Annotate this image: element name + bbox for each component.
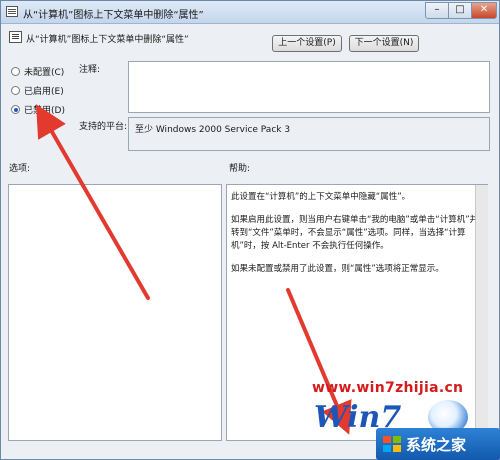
watermark-url: www.win7zhijia.cn (312, 380, 464, 396)
radio-label: 已启用(E) (24, 87, 64, 97)
minimize-icon: – (434, 4, 440, 15)
radio-button[interactable] (11, 86, 20, 95)
close-button[interactable]: ✕ (471, 2, 497, 19)
minimize-button[interactable]: – (425, 2, 449, 19)
next-setting-button[interactable]: 下一个设置(N) (349, 35, 419, 52)
setting-title: 从“计算机”图标上下文菜单中删除“属性” (26, 35, 189, 45)
radio-not-configured[interactable]: 未配置(C) (11, 65, 64, 79)
windows-flag-icon (383, 436, 401, 452)
help-paragraph: 此设置在“计算机”的上下文菜单中隐藏“属性”。 (231, 192, 411, 202)
watermark-badge-text: 系统之家 (406, 436, 467, 454)
help-paragraph: 如果未配置或禁用了此设置，则“属性”选项将正常显示。 (231, 264, 444, 274)
radio-enabled[interactable]: 已启用(E) (11, 84, 64, 98)
radio-button-selected[interactable] (11, 105, 20, 114)
previous-setting-button[interactable]: 上一个设置(P) (272, 35, 342, 52)
comment-textarea[interactable] (128, 61, 490, 113)
maximize-icon: □ (455, 4, 465, 15)
options-section-label: 选项: (9, 164, 31, 174)
radio-disabled[interactable]: 已禁用(D) (11, 103, 65, 117)
radio-button[interactable] (11, 67, 20, 76)
watermark-badge: 系统之家 (376, 428, 500, 460)
close-icon: ✕ (479, 4, 489, 15)
site-watermark: www.win7zhijia.cn Win7 系统之家 (282, 378, 500, 460)
title-bar[interactable]: 从“计算机”图标上下文菜单中删除“属性” – □ ✕ (1, 1, 499, 24)
comment-label: 注释: (79, 65, 101, 75)
platform-field: 至少 Windows 2000 Service Pack 3 (128, 117, 490, 151)
policy-icon (6, 6, 18, 17)
window-title: 从“计算机”图标上下文菜单中删除“属性” (23, 10, 204, 21)
maximize-button[interactable]: □ (448, 2, 472, 19)
help-section-label: 帮助: (229, 164, 251, 174)
platform-value: 至少 Windows 2000 Service Pack 3 (135, 125, 291, 135)
options-pane[interactable] (8, 184, 222, 441)
setting-icon (9, 31, 22, 43)
platform-label: 支持的平台: (79, 122, 128, 132)
help-text: 此设置在“计算机”的上下文菜单中隐藏“属性”。 如果启用此设置，则当用户右键单击… (231, 191, 481, 286)
help-paragraph: 如果启用此设置，则当用户右键单击“我的电脑”或单击“计算机”并转到“文件”菜单时… (231, 215, 479, 251)
radio-label: 未配置(C) (24, 68, 65, 78)
radio-label: 已禁用(D) (24, 106, 65, 116)
